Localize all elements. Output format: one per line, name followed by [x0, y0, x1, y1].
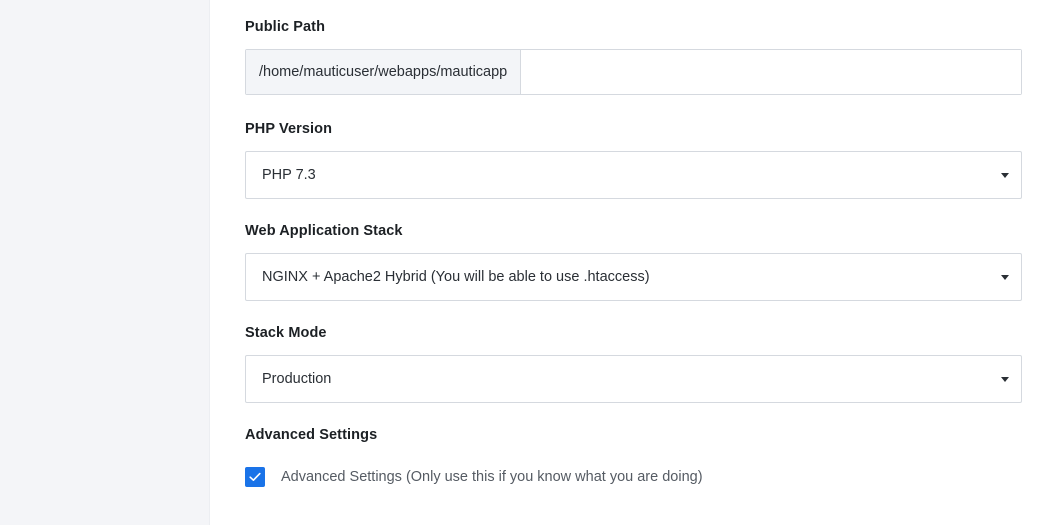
- web-app-stack-value: NGINX + Apache2 Hybrid (You will be able…: [262, 269, 650, 285]
- advanced-settings-checkbox-label: Advanced Settings (Only use this if you …: [281, 469, 703, 485]
- public-path-label: Public Path: [245, 19, 326, 35]
- web-app-stack-select[interactable]: NGINX + Apache2 Hybrid (You will be able…: [245, 253, 1022, 301]
- php-version-label: PHP Version: [245, 121, 333, 137]
- web-app-stack-label: Web Application Stack: [245, 223, 403, 239]
- stack-mode-select[interactable]: Production: [245, 355, 1022, 403]
- sidebar: [0, 0, 210, 525]
- stack-mode-value: Production: [262, 371, 332, 387]
- check-icon: [249, 472, 261, 481]
- chevron-down-icon: [1001, 274, 1009, 280]
- public-path-input-group: /home/mauticuser/webapps/mauticapp: [245, 49, 1022, 95]
- page: Public Path /home/mauticuser/webapps/mau…: [0, 0, 1054, 525]
- public-path-input[interactable]: [521, 50, 1021, 94]
- chevron-down-icon: [1001, 376, 1009, 382]
- public-path-prefix: /home/mauticuser/webapps/mauticapp: [246, 50, 522, 94]
- advanced-settings-label: Advanced Settings: [245, 427, 378, 443]
- php-version-select[interactable]: PHP 7.3: [245, 151, 1022, 199]
- advanced-settings-checkbox[interactable]: [245, 467, 265, 487]
- advanced-settings-checkbox-row[interactable]: Advanced Settings (Only use this if you …: [245, 467, 703, 487]
- stack-mode-label: Stack Mode: [245, 325, 327, 341]
- chevron-down-icon: [1001, 172, 1009, 178]
- php-version-value: PHP 7.3: [262, 167, 316, 183]
